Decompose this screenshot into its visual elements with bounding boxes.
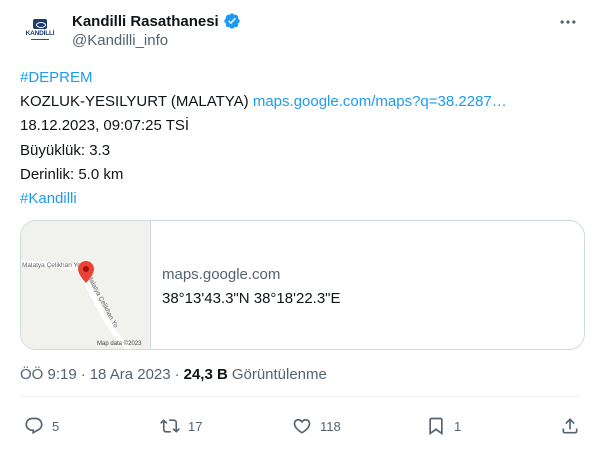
tweet-header: KANDİLLİ ▬▬▬▬▬▬ Kandilli Rasathanesi @Ka… bbox=[20, 10, 580, 54]
like-button[interactable]: 118 bbox=[292, 412, 341, 440]
action-bar: 5 17 118 1 bbox=[20, 412, 582, 440]
heart-icon bbox=[293, 418, 311, 434]
magnitude-text: Büyüklük: 3.3 bbox=[20, 141, 111, 159]
meta-separator: · bbox=[80, 366, 86, 383]
reply-icon bbox=[25, 417, 43, 435]
reply-button[interactable]: 5 bbox=[24, 412, 59, 440]
link-card[interactable]: Malatya Çelikhan Yo Malatya Çelikhan Yo … bbox=[20, 220, 585, 350]
meta-separator-2: · bbox=[174, 366, 180, 383]
retweet-button[interactable]: 17 bbox=[160, 412, 202, 440]
datetime-text: 18.12.2023, 09:07:25 TSİ bbox=[20, 117, 190, 135]
views-count[interactable]: 24,3 B bbox=[184, 366, 228, 383]
card-title: 38°13'43.3"N 38°18'22.3"E bbox=[162, 290, 341, 307]
bookmark-count: 1 bbox=[454, 418, 462, 434]
share-icon bbox=[562, 418, 578, 434]
map-thumbnail[interactable]: Malatya Çelikhan Yo Malatya Çelikhan Yo … bbox=[21, 221, 151, 349]
tweet-time[interactable]: ÖÖ 9:19 bbox=[20, 366, 77, 383]
handle[interactable]: @Kandilli_info bbox=[72, 32, 168, 49]
views-label: Görüntülenme bbox=[231, 366, 327, 383]
more-dots-icon bbox=[560, 20, 576, 24]
retweet-count: 17 bbox=[188, 418, 203, 434]
like-count: 118 bbox=[320, 418, 341, 434]
avatar-logo-text: KANDİLLİ bbox=[25, 30, 55, 37]
hashtag-deprem[interactable]: #DEPREM bbox=[20, 69, 93, 86]
retweet-icon bbox=[160, 419, 180, 433]
name-row: Kandilli Rasathanesi bbox=[72, 12, 241, 30]
avatar[interactable]: KANDİLLİ ▬▬▬▬▬▬ bbox=[20, 10, 60, 50]
maps-link[interactable]: maps.google.com/maps?q=38.2287… bbox=[253, 93, 507, 110]
verified-badge-icon bbox=[224, 13, 240, 29]
more-options-button[interactable] bbox=[558, 12, 578, 32]
map-attribution: Map data ©2023 bbox=[97, 340, 142, 347]
location-text: KOZLUK-YESILYURT (MALATYA) bbox=[20, 93, 253, 111]
tweet-text: #DEPREM KOZLUK-YESILYURT (MALATYA) maps.… bbox=[20, 66, 580, 211]
reply-count: 5 bbox=[52, 418, 60, 434]
display-name[interactable]: Kandilli Rasathanesi bbox=[72, 13, 219, 30]
avatar-logo-sub: ▬▬▬▬▬▬ bbox=[31, 37, 49, 41]
depth-text: Derinlik: 5.0 km bbox=[20, 165, 124, 183]
observatory-logo-icon bbox=[33, 19, 47, 29]
divider bbox=[20, 396, 580, 397]
card-info: maps.google.com 38°13'43.3"N 38°18'22.3"… bbox=[162, 265, 341, 309]
map-road-label-top: Malatya Çelikhan Yo bbox=[22, 262, 81, 269]
tweet-date[interactable]: 18 Ara 2023 bbox=[90, 366, 171, 383]
share-button[interactable] bbox=[560, 412, 580, 440]
hashtag-kandilli[interactable]: #Kandilli bbox=[20, 190, 77, 207]
bookmark-icon bbox=[429, 417, 443, 436]
tweet-meta: ÖÖ 9:19 · 18 Ara 2023 · 24,3 B Görüntüle… bbox=[20, 366, 327, 383]
map-image: Malatya Çelikhan Yo Malatya Çelikhan Yo … bbox=[21, 221, 150, 349]
card-domain: maps.google.com bbox=[162, 266, 281, 283]
bookmark-button[interactable]: 1 bbox=[426, 412, 461, 440]
